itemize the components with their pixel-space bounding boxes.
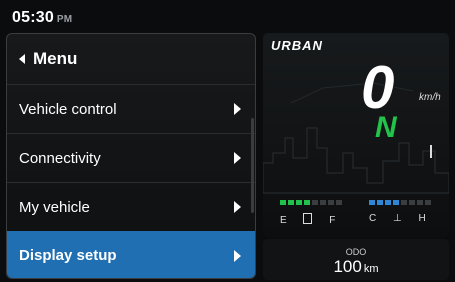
menu-item-vehicle-control[interactable]: Vehicle control [7, 84, 255, 133]
gear-indicator: N [375, 111, 397, 144]
status-clock: 05:30 PM [12, 9, 72, 27]
menu-item-label: Vehicle control [19, 100, 117, 118]
chevron-right-icon [234, 152, 241, 164]
temperature-gauge [369, 200, 431, 205]
fuel-pump-icon [303, 213, 313, 224]
menu-item-connectivity[interactable]: Connectivity [7, 133, 255, 182]
menu-panel: Menu Vehicle control Connectivity My veh… [6, 33, 256, 279]
back-arrow-icon [19, 54, 25, 64]
chevron-right-icon [234, 103, 241, 115]
menu-item-label: My vehicle [19, 198, 90, 216]
odometer-unit: km [363, 263, 379, 275]
fuel-gauge [280, 200, 342, 205]
odometer-panel: ODO 100 km [263, 239, 449, 280]
rpm-needle [430, 145, 432, 158]
odometer-value: 100 [333, 257, 362, 276]
speed-unit: km/h [419, 92, 441, 103]
chevron-right-icon [234, 201, 241, 213]
infotainment-screen: 05:30 PM Menu Vehicle control Connectivit… [0, 0, 455, 282]
temp-cold-label: C [369, 213, 377, 224]
instrument-cluster: URBAN 0 km/h N E F C ⊥ H [263, 33, 449, 237]
speed-value: 0 [361, 54, 395, 121]
chevron-right-icon [234, 249, 241, 262]
menu-scrollbar[interactable] [251, 118, 254, 213]
clock-time: 05:30 [12, 9, 54, 26]
menu-item-label: Display setup [19, 247, 117, 264]
city-skyline-background [263, 82, 449, 194]
menu-title: Menu [33, 49, 78, 68]
menu-item-display-setup[interactable]: Display setup [7, 231, 255, 278]
menu-item-label: Connectivity [19, 149, 101, 167]
temp-hot-label: H [418, 213, 426, 224]
fuel-gauge-labels: E F [280, 213, 335, 226]
menu-back-button[interactable]: Menu [7, 34, 255, 84]
fuel-full-label: F [329, 215, 336, 226]
fuel-empty-label: E [280, 215, 287, 226]
odometer-label: ODO [345, 247, 367, 257]
clock-ampm: PM [56, 14, 73, 25]
odometer-value-wrap: 100 km [263, 257, 449, 277]
temperature-gauge-labels: C ⊥ H [369, 213, 426, 224]
drive-mode-label: URBAN [271, 38, 323, 53]
coolant-temp-icon: ⊥ [393, 213, 402, 224]
menu-item-my-vehicle[interactable]: My vehicle [7, 182, 255, 231]
